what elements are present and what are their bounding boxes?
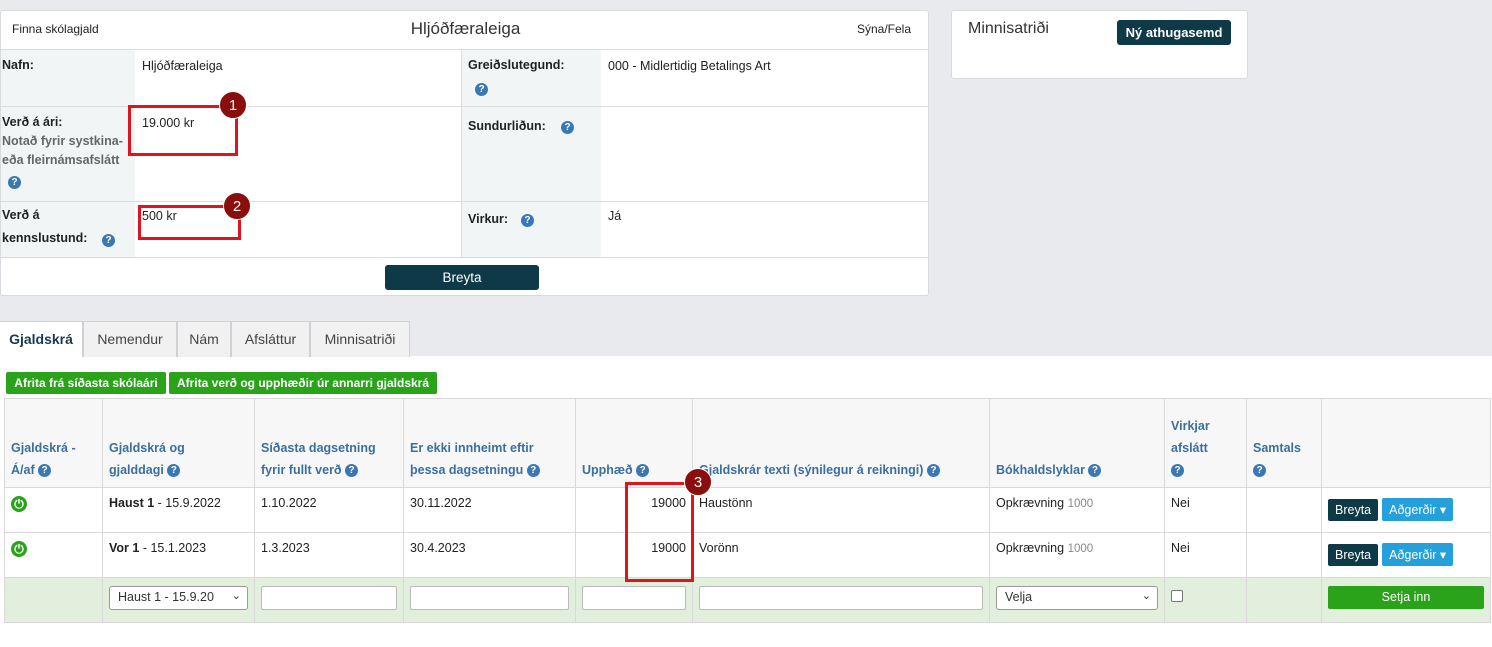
annotation-marker-3: 3 (684, 468, 712, 496)
account-select[interactable]: Velja ⌄ (996, 586, 1158, 610)
help-icon[interactable]: ? (102, 232, 115, 248)
last-date: 1.10.2022 (254, 487, 404, 533)
help-icon: ? (38, 464, 52, 478)
lesson-price-label-1: Verð á (2, 208, 40, 222)
last-date: 1.3.2023 (254, 532, 404, 578)
help-icon: ? (926, 464, 940, 478)
divider (461, 50, 462, 257)
yearly-price-label: Verð á ári: (2, 115, 63, 129)
annotation-box-3 (625, 482, 694, 582)
invoice-text: Vorönn (692, 532, 990, 578)
row-edit-button[interactable]: Breyta (1328, 544, 1379, 566)
col-header-discount[interactable]: Virkjar afslátt? (1164, 398, 1247, 488)
caret-down-icon: ▾ (1439, 503, 1447, 517)
help-icon[interactable]: ? (8, 174, 21, 190)
col-header-schedule[interactable]: Gjaldskrá og gjalddagi ? (102, 398, 255, 488)
power-icon[interactable]: ⏻ (11, 496, 27, 512)
tab-afslattur[interactable]: Afsláttur (231, 321, 310, 357)
help-icon: ? (1253, 464, 1266, 478)
help-icon[interactable]: ? (521, 212, 534, 228)
col-header-actions (1321, 398, 1491, 488)
col-header-text[interactable]: Gjaldskrár texti (sýnilegur á reikningi)… (692, 398, 990, 488)
divider (1, 201, 928, 202)
help-icon: ? (1088, 464, 1102, 478)
not-after-input[interactable] (410, 586, 569, 610)
payment-type-label: Greiðslutegund: (468, 58, 565, 72)
discount-value: Nei (1164, 487, 1247, 533)
total-cell (1246, 532, 1322, 578)
chevron-down-icon: ⌄ (231, 590, 241, 602)
divider (1, 257, 928, 258)
discount-value: Nei (1164, 532, 1247, 578)
last-date-input[interactable] (261, 586, 397, 610)
total-cell (1246, 487, 1322, 533)
copy-other-schedule-button[interactable]: Afrita verð og upphæðir úr annarri gjald… (169, 372, 437, 394)
account-name: Opkrævning (996, 496, 1065, 510)
tab-minnisatridi[interactable]: Minnisatriði (310, 321, 410, 357)
help-icon[interactable]: ? (475, 81, 488, 97)
text-input[interactable] (699, 586, 983, 610)
col-header-accounts[interactable]: Bókhaldslyklar ? (989, 398, 1165, 488)
schedule-due: - 15.9.2022 (154, 496, 221, 510)
breakdown-label: Sundurliðun: (468, 119, 546, 133)
row-actions-dropdown[interactable]: Aðgerðir ▾ (1382, 498, 1454, 521)
account-code: 1000 (1067, 543, 1094, 555)
copy-previous-year-button[interactable]: Afrita frá síðasta skólaári (6, 372, 166, 394)
help-icon: ? (345, 464, 359, 478)
table-header-row: Gjaldskrá - Á/af ? Gjaldskrá og gjalddagi … (4, 398, 1491, 488)
row-actions-dropdown[interactable]: Aðgerðir ▾ (1382, 543, 1454, 566)
add-row: Haust 1 - 15.9.20 ⌄ Velja ⌄ Setja inn (4, 577, 1491, 623)
col-header-active[interactable]: Gjaldskrá - Á/af ? (4, 398, 103, 488)
tab-gjaldskra[interactable]: Gjaldskrá (0, 321, 83, 357)
annotation-marker-1: 1 (219, 91, 247, 119)
col-header-amount[interactable]: Upphæð ? (575, 398, 693, 488)
active-label: Virkur: (468, 212, 509, 226)
account-code: 1000 (1067, 498, 1094, 510)
table-row: ⏻ Haust 1 - 15.9.2022 1.10.2022 30.11.20… (4, 487, 1491, 533)
chevron-down-icon: ⌄ (1141, 590, 1151, 602)
help-icon[interactable]: ? (561, 119, 574, 135)
annotation-marker-2: 2 (223, 192, 251, 220)
fee-details-panel: Finna skólagjald Hljóðfæraleiga Sýna/Fel… (0, 10, 929, 296)
schedule-name: Vor 1 (109, 541, 140, 555)
discount-checkbox[interactable] (1171, 590, 1183, 602)
schedule-name: Haust 1 (109, 496, 155, 510)
account-name: Opkrævning (996, 541, 1065, 555)
col-header-last-date[interactable]: Síðasta dagsetning fyrir fullt verð ? (254, 398, 404, 488)
invoice-text: Haustönn (692, 487, 990, 533)
tab-nam[interactable]: Nám (177, 321, 231, 357)
name-label: Nafn: (2, 58, 34, 72)
not-after-date: 30.4.2023 (403, 532, 576, 578)
notes-panel: Minnisatriði Ný athugasemd (951, 10, 1248, 79)
page-title: Hljóðfæraleiga (410, 19, 521, 38)
name-value: Hljóðfæraleiga (142, 59, 223, 73)
col-header-total[interactable]: Samtals? (1246, 398, 1322, 488)
payment-type-value: 000 - Midlertidig Betalings Art (608, 59, 771, 73)
yearly-price-hint-2: eða fleirnámsafslátt (2, 153, 120, 167)
amount-input[interactable] (582, 586, 686, 610)
help-icon: ? (167, 464, 181, 478)
help-icon: ? (1171, 464, 1184, 478)
not-after-date: 30.11.2022 (403, 487, 576, 533)
edit-button[interactable]: Breyta (385, 265, 539, 290)
new-note-button[interactable]: Ný athugasemd (1117, 20, 1231, 45)
yearly-price-hint-1: Notað fyrir systkina- (2, 134, 123, 148)
caret-down-icon: ▾ (1439, 548, 1447, 562)
notes-title: Minnisatriði (968, 20, 1049, 37)
help-icon: ? (526, 464, 540, 478)
show-hide-link[interactable]: Sýna/Fela (857, 22, 911, 36)
fee-schedule-table: Gjaldskrá - Á/af ? Gjaldskrá og gjalddagi … (4, 398, 1491, 623)
period-select[interactable]: Haust 1 - 15.9.20 ⌄ (109, 586, 248, 610)
tab-nemendur[interactable]: Nemendur (83, 321, 177, 357)
row-edit-button[interactable]: Breyta (1328, 499, 1379, 521)
table-row: ⏻ Vor 1 - 15.1.2023 1.3.2023 30.4.2023 1… (4, 532, 1491, 578)
insert-button[interactable]: Setja inn (1328, 586, 1484, 609)
lesson-price-label-2: kennslustund: (2, 231, 88, 245)
active-value: Já (608, 209, 622, 223)
col-header-not-after[interactable]: Er ekki innheimt eftir þessa dagsetningu … (403, 398, 576, 488)
power-icon[interactable]: ⏻ (11, 541, 27, 557)
help-icon: ? (636, 464, 650, 478)
schedule-due: - 15.1.2023 (139, 541, 207, 555)
